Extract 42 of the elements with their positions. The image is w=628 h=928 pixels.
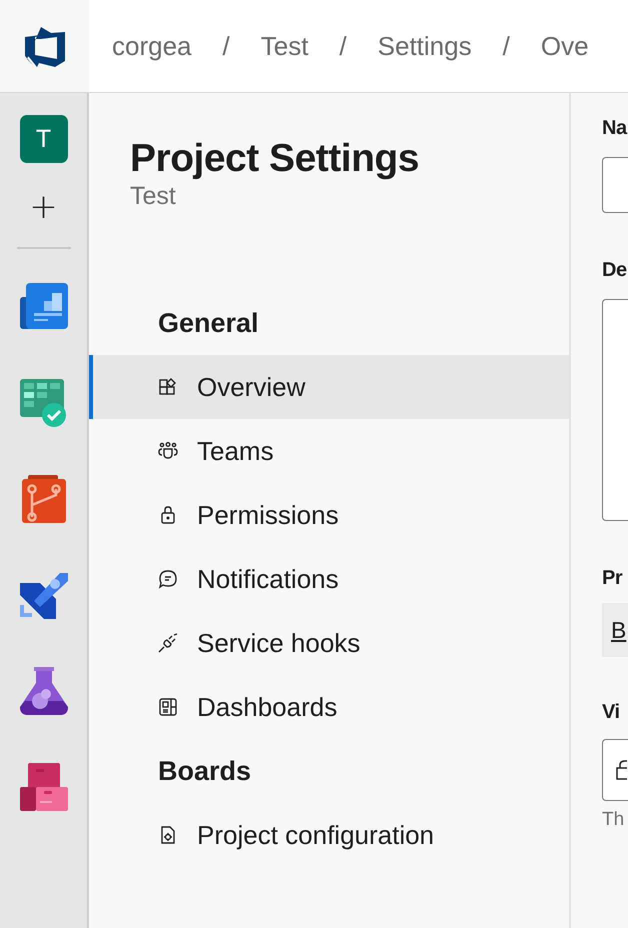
project-name: Test — [130, 181, 177, 211]
overview-icon — [158, 377, 178, 397]
field-label: Pr — [602, 566, 624, 591]
breadcrumb-separator: / — [502, 30, 510, 62]
dashboard-icon — [158, 697, 178, 717]
breadcrumb-link[interactable]: Test — [260, 30, 308, 62]
nav-item[interactable]: Project configuration — [89, 803, 569, 867]
branch-icon[interactable] — [20, 475, 68, 523]
nav-item[interactable]: Teams — [89, 419, 569, 483]
nav-item[interactable]: Notifications — [89, 547, 569, 611]
checked-grid-icon[interactable] — [20, 379, 68, 427]
nav-item[interactable]: Overview — [89, 355, 569, 419]
add-button[interactable]: + — [24, 187, 64, 227]
plug-icon — [158, 633, 178, 653]
project-avatar[interactable]: T — [20, 115, 68, 163]
boards-icon[interactable] — [20, 283, 68, 331]
process-link[interactable]: B — [611, 616, 626, 644]
breadcrumb-link[interactable]: Settings — [378, 30, 472, 62]
description-input-field[interactable] — [602, 299, 628, 521]
breadcrumb-link[interactable]: corgea — [112, 30, 192, 62]
logo-icon[interactable] — [22, 25, 66, 67]
visibility-dropdown[interactable] — [602, 739, 628, 801]
nav-item[interactable]: Service hooks — [89, 611, 569, 675]
flask-icon[interactable] — [20, 667, 68, 715]
section-heading: General — [158, 307, 260, 340]
chat-icon — [158, 569, 178, 589]
lock-icon — [615, 759, 627, 781]
boxes-icon[interactable] — [20, 763, 68, 811]
breadcrumb-separator: / — [339, 30, 347, 62]
field-label: De — [602, 258, 628, 283]
field-label: Na — [602, 116, 628, 141]
nav-item[interactable]: Dashboards — [89, 675, 569, 739]
field-label: Vi — [602, 700, 621, 725]
breadcrumb-separator: / — [222, 30, 230, 62]
page-title: Project Settings — [130, 137, 420, 181]
nav-item[interactable]: Permissions — [89, 483, 569, 547]
rocket-icon[interactable] — [20, 571, 68, 619]
people-icon — [158, 441, 178, 461]
visibility-note: Th — [602, 809, 626, 831]
section-heading: Boards — [158, 755, 252, 788]
breadcrumb-link[interactable]: Ove — [540, 30, 589, 62]
name-input-field[interactable] — [602, 157, 628, 213]
